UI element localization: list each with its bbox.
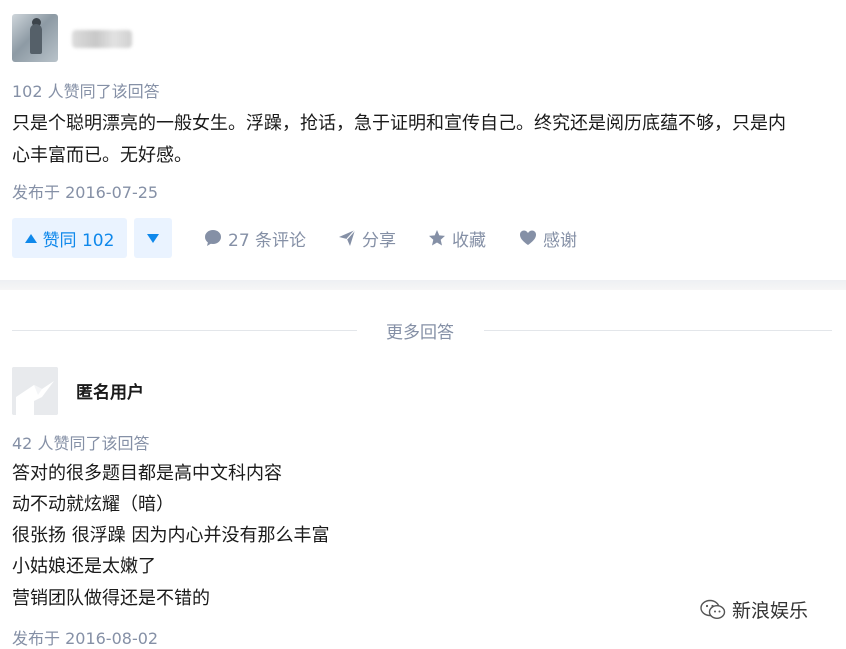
anonymous-avatar-icon (12, 367, 58, 415)
down-triangle-icon (147, 233, 159, 243)
star-icon (429, 230, 445, 246)
comment-icon (205, 230, 221, 246)
up-triangle-icon (24, 233, 37, 243)
thanks-button[interactable]: 感谢 (519, 226, 577, 251)
share-button[interactable]: 分享 (338, 226, 396, 251)
answer-content-line: 心丰富而已。无好感。 (12, 145, 192, 166)
comments-button[interactable]: 27 条评论 (204, 226, 306, 251)
publish-date[interactable]: 发布于 2016-08-02 (12, 625, 158, 649)
answer-content-line: 营销团队做得还是不错的 (12, 588, 210, 609)
heart-icon (520, 230, 536, 245)
answer-content-line: 动不动就炫耀（暗） (12, 494, 174, 515)
avatar (12, 367, 58, 415)
wechat-icon (700, 599, 726, 619)
more-answers-label: 更多回答 (386, 323, 454, 343)
answer-content-line: 小姑娘还是太嫩了 (12, 556, 156, 577)
author-name-blurred[interactable] (72, 30, 132, 48)
divider (484, 330, 832, 331)
collect-button[interactable]: 收藏 (428, 226, 486, 251)
watermark-text: 新浪娱乐 (732, 600, 809, 622)
author-name[interactable]: 匿名用户 (76, 378, 144, 403)
share-icon (339, 229, 356, 246)
avatar[interactable] (12, 14, 58, 62)
answer-content-line: 答对的很多题目都是高中文科内容 (12, 463, 282, 484)
section-separator (0, 280, 846, 290)
divider (12, 330, 357, 331)
answer-content-line: 只是个聪明漂亮的一般女生。浮躁，抢话，急于证明和宣传自己。终究还是阅历底蕴不够，… (12, 113, 786, 134)
answer-card-1: 102 人赞同了该回答 只是个聪明漂亮的一般女生。浮躁，抢话，急于证明和宣传自己… (0, 0, 846, 280)
upvote-button[interactable]: 赞同 102 (12, 218, 127, 258)
watermark: 新浪娱乐 (700, 596, 808, 623)
publish-date[interactable]: 发布于 2016-07-25 (12, 179, 158, 203)
vote-count-text: 42 人赞同了该回答 (12, 434, 150, 453)
downvote-button[interactable] (134, 218, 172, 258)
answer-content-line: 很张扬 很浮躁 因为内心并没有那么丰富 (12, 525, 330, 546)
vote-count-text: 102 人赞同了该回答 (12, 82, 160, 101)
upvote-label: 赞同 102 (42, 230, 115, 251)
